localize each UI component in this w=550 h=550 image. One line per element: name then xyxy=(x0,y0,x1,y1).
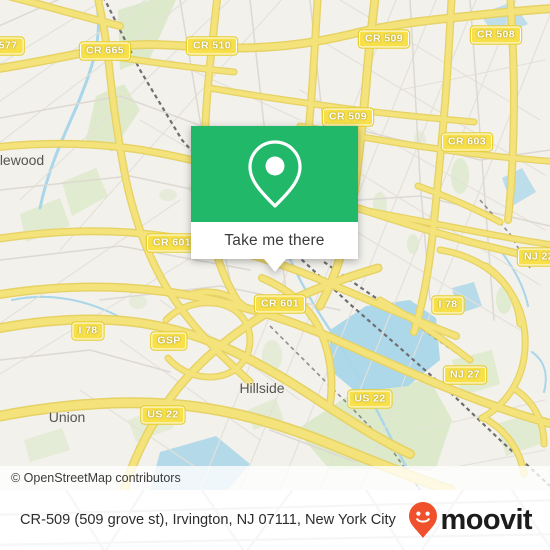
road-shield: 577 xyxy=(0,37,24,55)
callout-header xyxy=(191,126,358,222)
place-label: lewood xyxy=(0,152,45,168)
road-shield: CR 603 xyxy=(441,133,493,151)
map-attribution-bar: © OpenStreetMap contributors xyxy=(0,466,550,490)
place-label: Hillside xyxy=(239,380,285,396)
callout-footer[interactable]: Take me there xyxy=(191,222,358,272)
road-shield: NJ 22 xyxy=(517,248,550,266)
road-shield: CR 510 xyxy=(186,37,238,55)
road-shield: US 22 xyxy=(348,390,392,408)
footer-bar: CR-509 (509 grove st), Irvington, NJ 071… xyxy=(0,490,550,550)
map-viewport[interactable]: .rd { stroke:#f4e27a; stroke-linecap:rou… xyxy=(0,0,550,490)
take-me-there-label: Take me there xyxy=(224,231,325,249)
address-text: CR-509 (509 grove st), Irvington, NJ 071… xyxy=(20,512,396,528)
map-screenshot: .rd { stroke:#f4e27a; stroke-linecap:rou… xyxy=(0,0,550,550)
attribution-text[interactable]: © OpenStreetMap contributors xyxy=(0,471,181,485)
road-shield: I 78 xyxy=(432,296,464,314)
moovit-smiley-pin-icon xyxy=(408,502,437,538)
road-shield: CR 601 xyxy=(254,295,306,313)
road-shield: CR 665 xyxy=(79,42,131,60)
destination-callout[interactable]: Take me there xyxy=(191,126,358,272)
road-shield: CR 509 xyxy=(322,108,374,126)
road-shield: US 22 xyxy=(141,406,185,424)
road-shield: CR 601 xyxy=(146,234,198,252)
callout-tail xyxy=(263,259,286,272)
road-shield: I 78 xyxy=(72,322,104,340)
road-shield: GSP xyxy=(151,332,187,350)
moovit-logo[interactable]: moovit xyxy=(408,501,540,539)
place-label: Union xyxy=(48,409,86,425)
brand-name-text: moovit xyxy=(440,503,533,536)
road-shield: CR 508 xyxy=(470,26,522,44)
road-shield: CR 509 xyxy=(358,30,410,48)
map-pin-icon xyxy=(247,140,302,208)
road-shield: NJ 27 xyxy=(443,366,487,384)
